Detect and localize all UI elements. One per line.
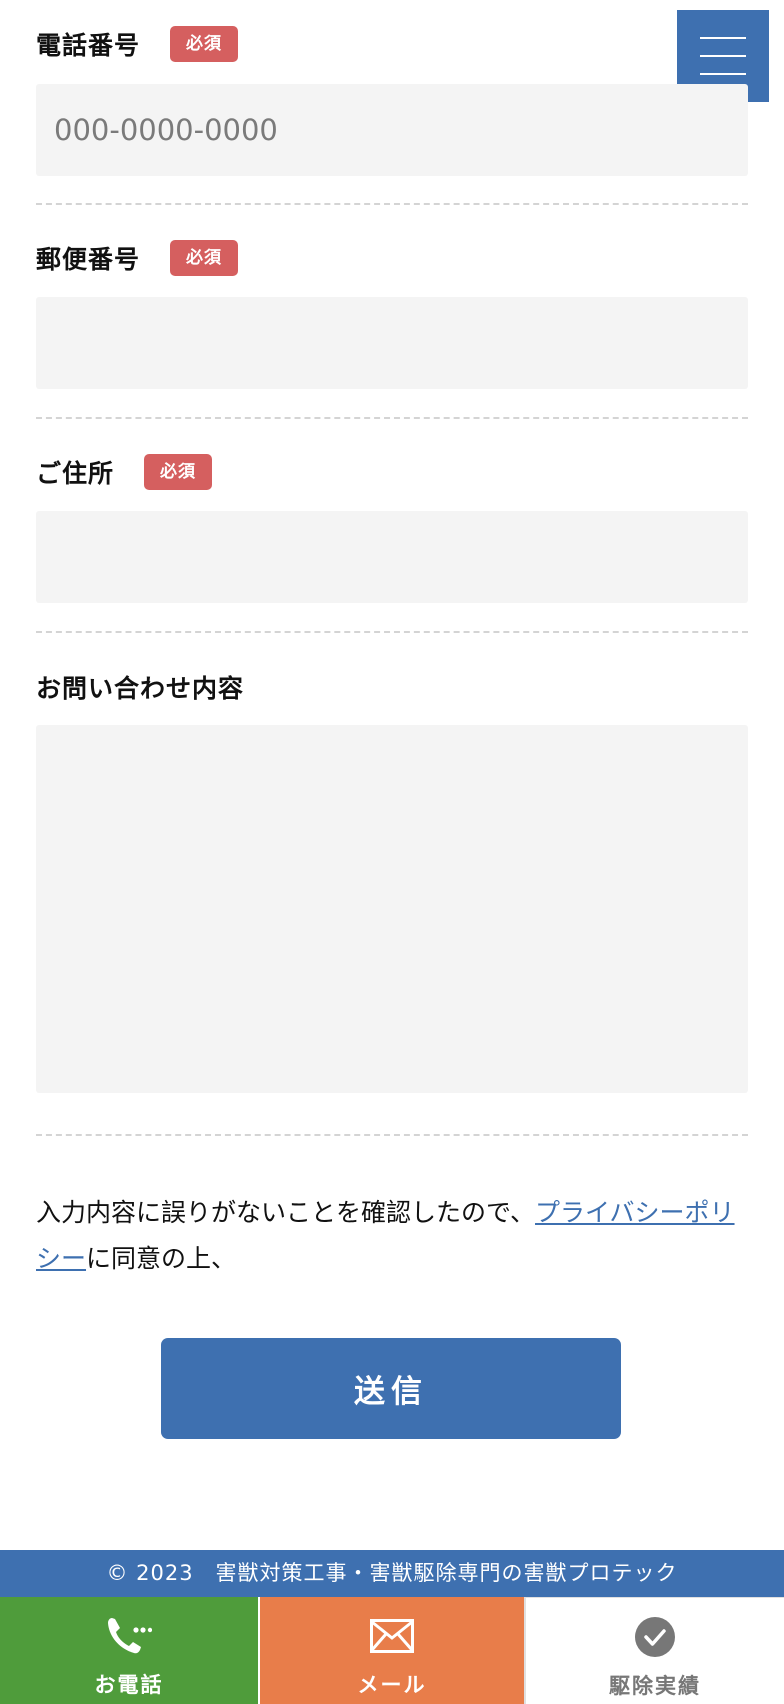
consent-text: 入力内容に誤りがないことを確認したので、プライバシーポリシーに同意の上、 <box>36 1190 748 1282</box>
postal-input[interactable] <box>36 297 748 389</box>
address-label-row: ご住所 必須 <box>36 454 213 490</box>
inquiry-textarea[interactable] <box>36 725 748 1093</box>
address-input[interactable] <box>36 511 748 603</box>
copyright: © 2023 害獣対策工事・害獣駆除専門の害獣プロテック <box>0 1550 784 1597</box>
mail-icon <box>370 1615 414 1657</box>
divider <box>36 631 748 633</box>
divider <box>36 417 748 419</box>
divider <box>36 203 748 205</box>
phone-label-row: 電話番号 必須 <box>36 26 239 62</box>
phone-icon <box>106 1615 152 1657</box>
nav-results-button[interactable]: 駆除実績 <box>524 1597 784 1704</box>
phone-label: 電話番号 <box>36 31 141 60</box>
address-label: ご住所 <box>36 459 115 488</box>
required-badge: 必須 <box>144 454 213 490</box>
required-badge: 必須 <box>170 26 239 62</box>
inquiry-label-row: お問い合わせ内容 <box>36 669 244 705</box>
nav-phone-button[interactable]: お電話 <box>0 1597 258 1704</box>
submit-button[interactable]: 送信 <box>161 1338 621 1439</box>
bottom-nav: お電話 メール 駆除実績 <box>0 1597 784 1704</box>
inquiry-label: お問い合わせ内容 <box>36 674 245 703</box>
consent-text-before: 入力内容に誤りがないことを確認したので、 <box>36 1198 536 1227</box>
consent-text-after: に同意の上、 <box>86 1244 237 1273</box>
divider <box>36 1134 748 1136</box>
postal-label-row: 郵便番号 必須 <box>36 240 239 276</box>
nav-mail-button[interactable]: メール <box>258 1597 524 1704</box>
nav-results-label: 駆除実績 <box>609 1674 701 1698</box>
postal-label: 郵便番号 <box>36 245 141 274</box>
nav-phone-label: お電話 <box>94 1673 164 1697</box>
required-badge: 必須 <box>170 240 239 276</box>
phone-input[interactable] <box>36 84 748 176</box>
check-circle-icon <box>634 1616 676 1658</box>
nav-mail-label: メール <box>357 1673 427 1697</box>
